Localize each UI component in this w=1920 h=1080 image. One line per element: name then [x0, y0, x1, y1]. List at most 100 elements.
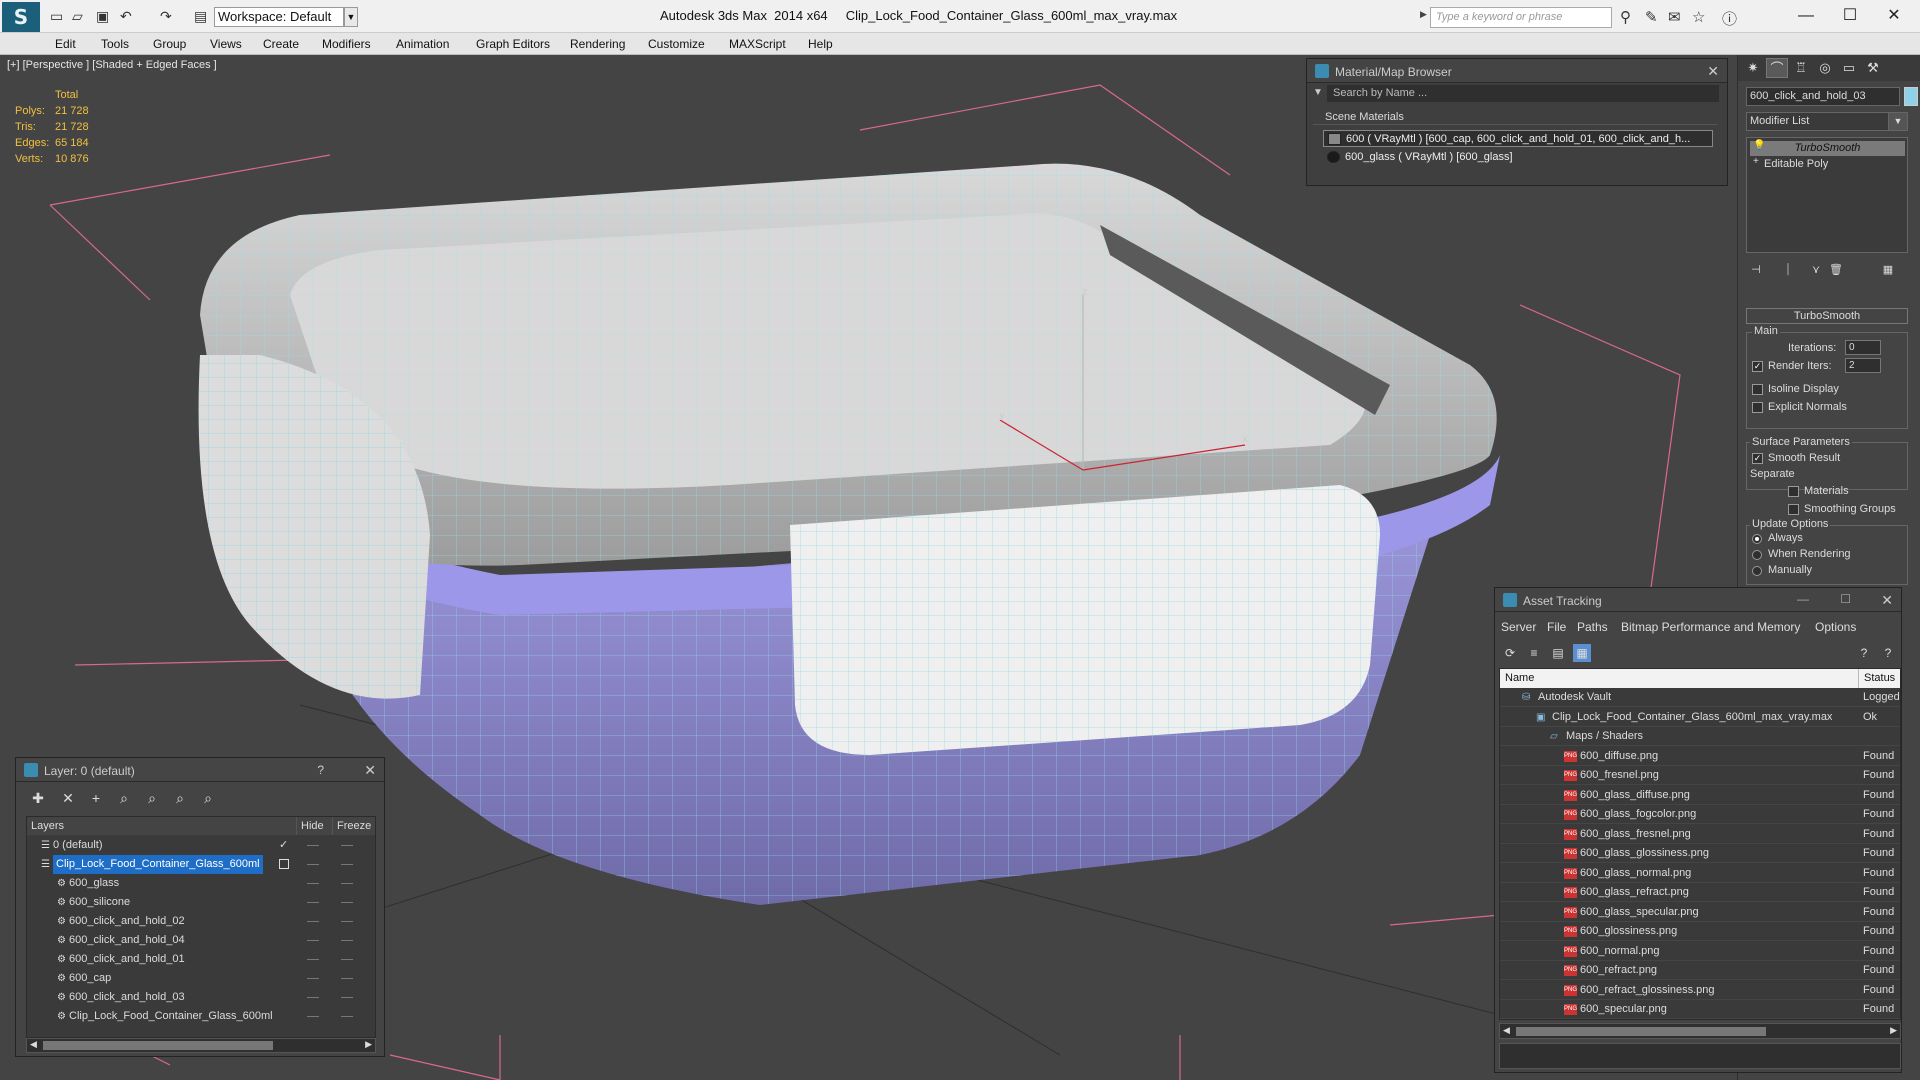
material-search-input[interactable]: Search by Name ... [1327, 85, 1719, 102]
menu-bitmap-performance[interactable]: Bitmap Performance and Memory [1621, 620, 1800, 634]
always-radio[interactable] [1752, 534, 1762, 544]
layer-row[interactable]: ⚙ 600_click_and_hold_04 [27, 931, 367, 950]
hide-toggle[interactable] [307, 921, 319, 922]
smooth-result-checkbox[interactable]: ✓ [1752, 453, 1763, 464]
column-header-hide[interactable]: Hide [297, 817, 333, 835]
keyword-search-input[interactable]: Type a keyword or phrase [1430, 7, 1612, 28]
maximize-window-button[interactable]: ☐ [1828, 3, 1872, 29]
menu-graph-editors[interactable]: Graph Editors [476, 37, 550, 51]
asset-path-field[interactable] [1499, 1043, 1901, 1069]
material-browser-header[interactable]: Material/Map Browser ✕ [1307, 59, 1727, 83]
hide-toggle[interactable] [307, 883, 319, 884]
asset-row[interactable]: PNG 600_specular.png Found [1500, 1000, 1900, 1019]
create-layer-icon[interactable]: ✚ [28, 788, 48, 808]
asset-tracking-header[interactable]: Asset Tracking — ☐ ✕ [1495, 588, 1901, 612]
highlight-layer-icon[interactable]: ⌕ [142, 788, 162, 808]
freeze-toggle[interactable] [341, 883, 353, 884]
menu-views[interactable]: Views [210, 37, 242, 51]
close-icon[interactable]: ✕ [1881, 592, 1893, 609]
menu-animation[interactable]: Animation [396, 37, 449, 51]
when-rendering-radio[interactable] [1752, 550, 1762, 560]
close-icon[interactable]: ✕ [1707, 63, 1719, 80]
show-end-result-icon[interactable]: ⏐ [1778, 261, 1798, 279]
stack-item-turbosmooth[interactable]: TurboSmooth [1750, 141, 1905, 156]
menu-options[interactable]: Options [1815, 620, 1856, 634]
menu-rendering[interactable]: Rendering [570, 37, 625, 51]
asset-row[interactable]: ⛁ Autodesk Vault Logged [1500, 688, 1900, 707]
asset-row[interactable]: PNG 600_glass_fresnel.png Found [1500, 825, 1900, 844]
asset-row[interactable]: ▣ Clip_Lock_Food_Container_Glass_600ml_ma… [1500, 708, 1900, 727]
smoothing-groups-checkbox[interactable] [1788, 504, 1799, 515]
table-view-icon[interactable]: ▦ [1573, 644, 1591, 662]
open-file-icon[interactable]: ▱ [72, 8, 83, 25]
help-button[interactable]: ? [317, 763, 324, 777]
refresh-icon[interactable]: ⟳ [1501, 644, 1519, 662]
freeze-toggle[interactable] [341, 1016, 353, 1017]
display-tab-icon[interactable]: ▭ [1838, 58, 1860, 78]
layer-row[interactable]: ⚙ Clip_Lock_Food_Container_Glass_600ml [27, 1007, 367, 1026]
new-file-icon[interactable]: ▭ [50, 8, 63, 25]
menu-customize[interactable]: Customize [648, 37, 705, 51]
freeze-toggle[interactable] [341, 940, 353, 941]
expand-search-icon[interactable]: ▶ [1420, 9, 1427, 20]
asset-row[interactable]: PNG 600_glass_diffuse.png Found [1500, 786, 1900, 805]
turbosmooth-rollout-header[interactable]: TurboSmooth [1746, 308, 1908, 324]
motion-tab-icon[interactable]: ◎ [1814, 58, 1836, 78]
hierarchy-tab-icon[interactable]: ♖ [1790, 58, 1812, 78]
freeze-toggle[interactable] [341, 997, 353, 998]
render-iters-checkbox[interactable]: ✓ [1752, 361, 1763, 372]
asset-row[interactable]: PNG 600_refract_glossiness.png Found [1500, 981, 1900, 1000]
asset-row[interactable]: PNG 600_glass_refract.png Found [1500, 883, 1900, 902]
column-header-freeze[interactable]: Freeze [333, 817, 375, 835]
lightbulb-icon[interactable]: 💡 [1753, 140, 1765, 151]
menu-help[interactable]: Help [808, 37, 833, 51]
hide-toggle[interactable] [307, 902, 319, 903]
app-logo-button[interactable]: S [2, 2, 40, 32]
help-context-icon[interactable]: ? [1879, 644, 1897, 662]
freeze-toggle[interactable] [341, 978, 353, 979]
freeze-toggle[interactable] [341, 959, 353, 960]
favorites-star-icon[interactable]: ☆ [1692, 8, 1705, 26]
chevron-down-icon[interactable]: ▼ [1888, 112, 1908, 131]
asset-row[interactable]: PNG 600_glass_fogcolor.png Found [1500, 805, 1900, 824]
pin-stack-icon[interactable]: ⊣ [1746, 261, 1766, 279]
project-folder-icon[interactable]: ▤ [194, 8, 207, 25]
thumbnail-view-icon[interactable]: ▤ [1549, 644, 1567, 662]
scrollbar-thumb[interactable] [1516, 1027, 1766, 1036]
hide-toggle[interactable] [307, 997, 319, 998]
layer-manager-header[interactable]: Layer: 0 (default) ? ✕ [16, 758, 384, 782]
menu-edit[interactable]: Edit [55, 37, 76, 51]
add-to-layer-icon[interactable]: + [86, 788, 106, 808]
asset-row[interactable]: ▱ Maps / Shaders [1500, 727, 1900, 746]
hide-toggle[interactable] [307, 1016, 319, 1017]
save-file-icon[interactable]: ▣ [96, 8, 109, 25]
hide-toggle[interactable] [307, 940, 319, 941]
scroll-right-icon[interactable]: ▶ [365, 1039, 372, 1050]
communication-icon[interactable]: ✉ [1668, 8, 1681, 26]
materials-checkbox[interactable] [1788, 486, 1799, 497]
scroll-right-icon[interactable]: ▶ [1890, 1025, 1897, 1036]
scrollbar-thumb[interactable] [43, 1041, 273, 1050]
stack-item-editable-poly[interactable]: Editable Poly [1750, 157, 1905, 172]
hide-toggle[interactable] [307, 864, 319, 865]
help-icon[interactable]: ? [1855, 644, 1873, 662]
viewport-label[interactable]: [+] [Perspective ] [Shaded + Edged Faces… [7, 59, 217, 71]
asset-horizontal-scrollbar[interactable]: ◀ ▶ [1499, 1023, 1901, 1039]
layer-row[interactable]: ☰ 0 (default) ✓ [27, 836, 367, 855]
iterations-spinner[interactable]: 0 [1845, 340, 1881, 355]
utilities-tab-icon[interactable]: ⚒ [1862, 58, 1884, 78]
make-unique-icon[interactable]: ⋎ [1806, 261, 1826, 279]
filter-icon[interactable]: ▼ [1313, 87, 1323, 98]
maximize-icon[interactable]: ☐ [1840, 592, 1851, 606]
layer-row[interactable]: ⚙ 600_glass [27, 874, 367, 893]
asset-row[interactable]: PNG 600_diffuse.png Found [1500, 747, 1900, 766]
close-window-button[interactable]: ✕ [1872, 3, 1916, 29]
workspace-select[interactable]: Workspace: Default [214, 7, 344, 27]
redo-icon[interactable]: ↷ [160, 8, 172, 25]
hide-toggle[interactable] [307, 845, 319, 846]
menu-maxscript[interactable]: MAXScript [729, 37, 786, 51]
freeze-all-icon[interactable]: ⌕ [198, 788, 218, 808]
create-tab-icon[interactable]: ✷ [1742, 58, 1764, 78]
scene-materials-section[interactable]: Scene Materials [1313, 109, 1717, 125]
layer-row[interactable]: ⚙ 600_click_and_hold_03 [27, 988, 367, 1007]
